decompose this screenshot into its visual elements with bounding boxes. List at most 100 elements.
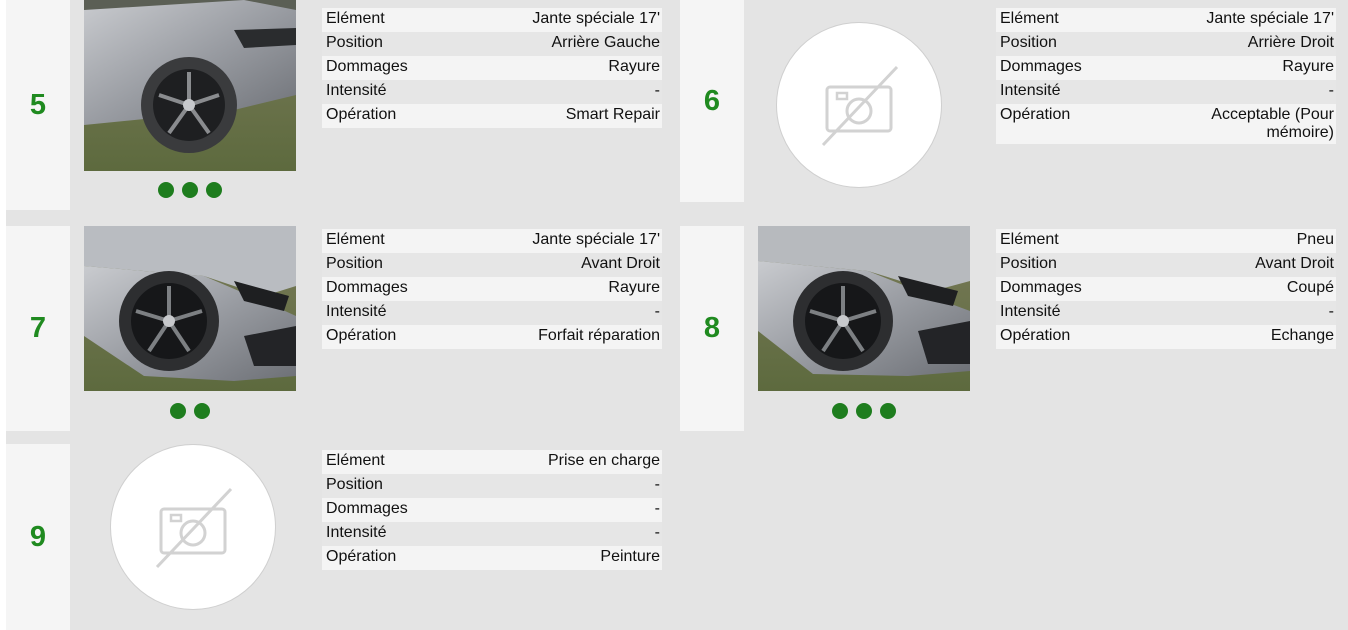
detail-row: Dommages - bbox=[322, 498, 662, 522]
damage-details-table: Elément Prise en charge Position - Dommage… bbox=[322, 450, 662, 570]
detail-value: - bbox=[1328, 303, 1334, 320]
damage-number-column: 8 bbox=[680, 226, 744, 431]
detail-value: Smart Repair bbox=[565, 106, 660, 123]
pagination-dot[interactable] bbox=[832, 403, 848, 419]
detail-row: Dommages Rayure bbox=[322, 277, 662, 301]
detail-row: Intensité - bbox=[322, 301, 662, 325]
detail-label: Position bbox=[326, 255, 383, 272]
detail-label: Intensité bbox=[326, 303, 387, 320]
no-photo-icon bbox=[821, 65, 899, 147]
detail-label: Position bbox=[326, 476, 383, 493]
detail-row: Elément Pneu bbox=[996, 229, 1336, 253]
detail-label: Intensité bbox=[326, 524, 387, 541]
detail-value: Jante spéciale 17' bbox=[532, 10, 660, 27]
damage-card-5: 5 Elément Jante spéciale 17' Position Ar… bbox=[6, 0, 674, 210]
photo-pagination bbox=[758, 403, 970, 419]
detail-label: Opération bbox=[1000, 106, 1071, 123]
damage-photo[interactable] bbox=[758, 226, 970, 391]
detail-value: Peinture bbox=[600, 548, 660, 565]
detail-row: Elément Jante spéciale 17' bbox=[996, 8, 1336, 32]
pagination-dot[interactable] bbox=[856, 403, 872, 419]
detail-label: Position bbox=[1000, 255, 1057, 272]
detail-row: Elément Jante spéciale 17' bbox=[322, 229, 662, 253]
detail-value: Jante spéciale 17' bbox=[1206, 10, 1334, 27]
damage-number: 8 bbox=[703, 312, 721, 344]
detail-value: Jante spéciale 17' bbox=[532, 231, 660, 248]
detail-label: Opération bbox=[326, 327, 397, 344]
detail-value: Rayure bbox=[608, 279, 660, 296]
detail-label: Opération bbox=[326, 106, 397, 123]
pagination-dot[interactable] bbox=[170, 403, 186, 419]
detail-value: Rayure bbox=[608, 58, 660, 75]
detail-row: Intensité - bbox=[996, 301, 1336, 325]
detail-value: Avant Droit bbox=[1255, 255, 1334, 272]
detail-label: Elément bbox=[326, 231, 385, 248]
detail-label: Dommages bbox=[326, 279, 408, 296]
no-photo-placeholder bbox=[776, 22, 942, 188]
detail-label: Intensité bbox=[1000, 303, 1061, 320]
detail-row: Intensité - bbox=[996, 80, 1336, 104]
pagination-dot[interactable] bbox=[880, 403, 896, 419]
detail-value: Arrière Gauche bbox=[551, 34, 661, 51]
detail-row: Intensité - bbox=[322, 522, 662, 546]
damage-number: 6 bbox=[703, 84, 721, 117]
detail-label: Elément bbox=[1000, 231, 1059, 248]
detail-label: Opération bbox=[326, 548, 397, 565]
damage-number-column: 7 bbox=[6, 226, 70, 431]
detail-value: - bbox=[654, 524, 660, 541]
detail-value: - bbox=[1328, 82, 1334, 99]
detail-value: Pneu bbox=[1296, 231, 1334, 248]
detail-row: Intensité - bbox=[322, 80, 662, 104]
damage-card-7: 7 Elément Jante spéciale 17' Position Av… bbox=[6, 226, 674, 431]
detail-label: Elément bbox=[326, 452, 385, 469]
detail-row: Position Arrière Gauche bbox=[322, 32, 662, 56]
detail-row: Dommages Coupé bbox=[996, 277, 1336, 301]
detail-label: Dommages bbox=[326, 58, 408, 75]
detail-row: Position Avant Droit bbox=[322, 253, 662, 277]
detail-value: Rayure bbox=[1282, 58, 1334, 75]
damage-details-table: Elément Jante spéciale 17' Position Arrièr… bbox=[996, 8, 1336, 144]
damage-photo[interactable] bbox=[84, 226, 296, 391]
damage-grid: 5 Elément Jante spéciale 17' Position Ar… bbox=[6, 0, 1348, 630]
detail-value: Coupé bbox=[1286, 279, 1334, 296]
damage-details-table: Elément Jante spéciale 17' Position Avant … bbox=[322, 229, 662, 349]
photo-pagination bbox=[84, 403, 296, 419]
detail-row: Opération Smart Repair bbox=[322, 104, 662, 128]
detail-value: Arrière Droit bbox=[1247, 34, 1334, 51]
damage-number: 9 bbox=[29, 520, 47, 553]
detail-label: Dommages bbox=[326, 500, 408, 517]
detail-label: Elément bbox=[326, 10, 385, 27]
damage-card-6: 6 Elément Jante spéciale 17' Position Arri… bbox=[680, 0, 1348, 202]
pagination-dot[interactable] bbox=[194, 403, 210, 419]
detail-label: Position bbox=[326, 34, 383, 51]
detail-value: - bbox=[654, 500, 660, 517]
detail-row: Opération Acceptable (Pour mémoire) bbox=[996, 104, 1336, 144]
detail-label: Position bbox=[1000, 34, 1057, 51]
detail-row: Elément Jante spéciale 17' bbox=[322, 8, 662, 32]
detail-row: Dommages Rayure bbox=[322, 56, 662, 80]
detail-row: Elément Prise en charge bbox=[322, 450, 662, 474]
pagination-dot[interactable] bbox=[206, 182, 222, 198]
damage-number: 7 bbox=[29, 312, 47, 344]
damage-card-9: 9 Elément Prise en charge Position - Domma… bbox=[6, 444, 674, 630]
detail-label: Elément bbox=[1000, 10, 1059, 27]
detail-row: Position Arrière Droit bbox=[996, 32, 1336, 56]
pagination-dot[interactable] bbox=[182, 182, 198, 198]
no-photo-placeholder bbox=[110, 444, 276, 610]
detail-row: Opération Echange bbox=[996, 325, 1336, 349]
damage-details-table: Elément Jante spéciale 17' Position Arrièr… bbox=[322, 8, 662, 128]
damage-photo[interactable] bbox=[84, 0, 296, 171]
detail-value: Echange bbox=[1270, 327, 1334, 344]
detail-value: - bbox=[654, 476, 660, 493]
damage-number-column: 6 bbox=[680, 0, 744, 202]
detail-value: Prise en charge bbox=[547, 452, 660, 469]
detail-value: Acceptable (Pour mémoire) bbox=[1211, 106, 1334, 141]
detail-value: - bbox=[654, 303, 660, 320]
detail-label: Intensité bbox=[326, 82, 387, 99]
damage-number-column: 9 bbox=[6, 444, 70, 630]
detail-row: Opération Forfait réparation bbox=[322, 325, 662, 349]
detail-label: Dommages bbox=[1000, 58, 1082, 75]
no-photo-icon bbox=[155, 487, 233, 569]
damage-card-8: 8 Elément Pneu Position Avant Droit Domm… bbox=[680, 226, 1348, 431]
pagination-dot[interactable] bbox=[158, 182, 174, 198]
